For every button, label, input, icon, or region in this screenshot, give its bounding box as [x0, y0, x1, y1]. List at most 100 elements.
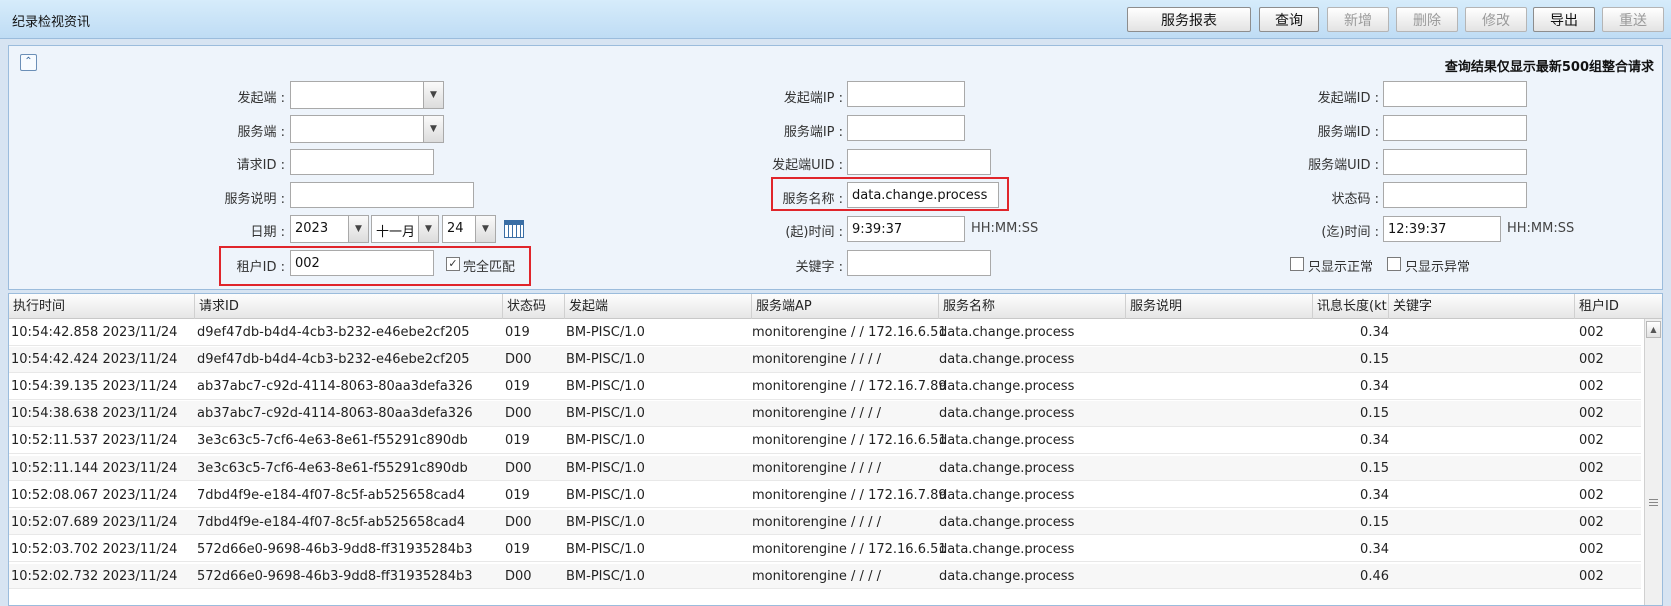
- request-id-input[interactable]: [290, 149, 434, 175]
- col-header-status-code[interactable]: 状态码: [503, 294, 565, 319]
- initiator-uid-input[interactable]: [847, 149, 991, 175]
- table-row[interactable]: 10:54:38.638 2023/11/24 ab37abc7-c92d-411…: [9, 401, 1641, 427]
- col-header-server-ap[interactable]: 服务端AP: [752, 294, 939, 319]
- scroll-up-icon[interactable]: ▲: [1646, 321, 1661, 338]
- col-header-service-name[interactable]: 服务名称: [939, 294, 1126, 319]
- server-id-input[interactable]: [1383, 115, 1527, 141]
- col-header-keyword[interactable]: 关键字: [1389, 294, 1575, 319]
- server-select[interactable]: ▼: [290, 115, 444, 143]
- initiator-id-input[interactable]: [1383, 81, 1527, 107]
- col-header-service-desc[interactable]: 服务说明: [1126, 294, 1313, 319]
- cell-initiator: BM-PISC/1.0: [566, 406, 645, 422]
- export-button[interactable]: 导出: [1533, 7, 1595, 32]
- chevron-down-icon[interactable]: ▼: [475, 216, 495, 242]
- exact-match-checkbox[interactable]: ✓: [446, 257, 460, 271]
- service-report-button[interactable]: 服务报表: [1127, 7, 1251, 32]
- table-row[interactable]: 10:52:03.702 2023/11/24 572d66e0-9698-46b…: [9, 537, 1641, 563]
- table-row[interactable]: 10:52:08.067 2023/11/24 7dbd4f9e-e184-4f0…: [9, 483, 1641, 509]
- cell-exec-time: 10:52:08.067 2023/11/24: [11, 487, 178, 503]
- service-name-label: 服务名称 :: [782, 192, 843, 207]
- only-abnormal-checkbox[interactable]: [1387, 257, 1401, 271]
- chevron-down-icon[interactable]: ▼: [418, 216, 438, 242]
- tenant-id-input[interactable]: [290, 250, 434, 276]
- col-header-msg-length[interactable]: 讯息长度(kt: [1313, 294, 1389, 319]
- cell-msg-length: 0.15: [1360, 514, 1389, 530]
- cell-msg-length: 0.34: [1360, 487, 1389, 503]
- day-select[interactable]: 24 ▼: [442, 215, 496, 243]
- cell-initiator: BM-PISC/1.0: [566, 487, 645, 503]
- cell-server-ap: monitorengine / / 172.16.7.89: [752, 379, 947, 395]
- calendar-icon[interactable]: [504, 220, 524, 238]
- cell-msg-length: 0.15: [1360, 406, 1389, 422]
- col-header-tenant-id[interactable]: 租户ID: [1575, 294, 1662, 319]
- status-code-input[interactable]: [1383, 182, 1527, 208]
- keyword-input[interactable]: [847, 250, 991, 276]
- cell-initiator: BM-PISC/1.0: [566, 352, 645, 368]
- end-time-input[interactable]: [1383, 216, 1501, 242]
- initiator-select[interactable]: ▼: [290, 81, 444, 109]
- chevron-down-icon[interactable]: ▼: [423, 116, 443, 142]
- cell-initiator: BM-PISC/1.0: [566, 568, 645, 584]
- cell-service-name: data.change.process: [939, 352, 1075, 368]
- delete-button[interactable]: 删除: [1396, 7, 1458, 32]
- cell-service-name: data.change.process: [939, 325, 1075, 340]
- chevron-down-icon[interactable]: ▼: [348, 216, 368, 242]
- service-name-input[interactable]: [847, 182, 999, 208]
- server-uid-input[interactable]: [1383, 149, 1527, 175]
- cell-request-id: 7dbd4f9e-e184-4f07-8c5f-ab525658cad4: [197, 514, 466, 530]
- query-button[interactable]: 查询: [1259, 7, 1319, 32]
- col-header-request-id[interactable]: 请求ID: [195, 294, 503, 319]
- cell-exec-time: 10:54:42.424 2023/11/24: [11, 352, 178, 368]
- service-desc-input[interactable]: [290, 182, 474, 208]
- initiator-ip-input[interactable]: [847, 81, 965, 107]
- cell-service-name: data.change.process: [939, 568, 1075, 584]
- cell-status-code: 019: [505, 433, 530, 449]
- end-time-format-hint: HH:MM:SS: [1507, 221, 1575, 236]
- initiator-label: 发起端 :: [237, 91, 285, 106]
- cell-request-id: 3e3c63c5-7cf6-4e63-8e61-f55291c890db: [197, 460, 468, 476]
- col-header-exec-time[interactable]: 执行时间: [9, 294, 195, 319]
- only-normal-label: 只显示正常: [1308, 260, 1374, 275]
- cell-exec-time: 10:52:11.537 2023/11/24: [11, 433, 178, 449]
- cell-status-code: D00: [505, 568, 532, 584]
- resend-button[interactable]: 重送: [1602, 7, 1664, 32]
- cell-msg-length: 0.34: [1360, 433, 1389, 449]
- cell-exec-time: 10:54:38.638 2023/11/24: [11, 406, 178, 422]
- server-ip-input[interactable]: [847, 115, 965, 141]
- table-row[interactable]: 10:52:11.144 2023/11/24 3e3c63c5-7cf6-4e6…: [9, 455, 1641, 482]
- cell-msg-length: 0.34: [1360, 325, 1389, 340]
- cell-server-ap: monitorengine / / 172.16.6.51: [752, 325, 947, 340]
- cell-tenant-id: 002: [1579, 541, 1604, 557]
- cell-service-name: data.change.process: [939, 460, 1075, 476]
- only-normal-checkbox[interactable]: [1290, 257, 1304, 271]
- month-select[interactable]: 十一月 ▼: [371, 215, 439, 243]
- edit-button[interactable]: 修改: [1465, 7, 1527, 32]
- scroll-grip-icon[interactable]: [1649, 499, 1658, 506]
- exact-match-label: 完全匹配: [463, 260, 516, 275]
- table-row[interactable]: 10:54:39.135 2023/11/24 ab37abc7-c92d-411…: [9, 374, 1641, 400]
- day-value: 24: [447, 221, 464, 236]
- top-bar: 纪录检视资讯 服务报表 查询 新增 删除 修改 导出 重送: [0, 0, 1671, 39]
- cell-tenant-id: 002: [1579, 514, 1604, 530]
- chevron-down-icon[interactable]: ▼: [423, 82, 443, 108]
- table-row[interactable]: 10:52:02.732 2023/11/24 572d66e0-9698-46b…: [9, 563, 1641, 590]
- add-button[interactable]: 新增: [1327, 7, 1389, 32]
- year-value: 2023: [295, 221, 329, 236]
- initiator-uid-label: 发起端UID :: [772, 158, 843, 173]
- table-row[interactable]: 10:54:42.858 2023/11/24 d9ef47db-b4d4-4cb…: [9, 320, 1641, 346]
- vertical-scrollbar[interactable]: ▲: [1644, 319, 1662, 605]
- cell-server-ap: monitorengine / / 172.16.7.89: [752, 487, 947, 503]
- table-row[interactable]: 10:54:42.424 2023/11/24 d9ef47db-b4d4-4cb…: [9, 347, 1641, 373]
- start-time-input[interactable]: [847, 216, 965, 242]
- year-select[interactable]: 2023 ▼: [290, 215, 369, 243]
- col-header-initiator[interactable]: 发起端: [565, 294, 752, 319]
- cell-tenant-id: 002: [1579, 487, 1604, 503]
- cell-tenant-id: 002: [1579, 568, 1604, 584]
- collapse-icon[interactable]: ⌃: [20, 54, 37, 71]
- cell-server-ap: monitorengine / / / /: [752, 460, 881, 476]
- table-row[interactable]: 10:52:11.537 2023/11/24 3e3c63c5-7cf6-4e6…: [9, 428, 1641, 454]
- cell-request-id: d9ef47db-b4d4-4cb3-b232-e46ebe2cf205: [197, 352, 470, 368]
- date-label: 日期 :: [250, 225, 285, 240]
- result-grid: 执行时间 请求ID 状态码 发起端 服务端AP 服务名称 服务说明 讯息长度(k…: [8, 293, 1663, 606]
- table-row[interactable]: 10:52:07.689 2023/11/24 7dbd4f9e-e184-4f0…: [9, 509, 1641, 536]
